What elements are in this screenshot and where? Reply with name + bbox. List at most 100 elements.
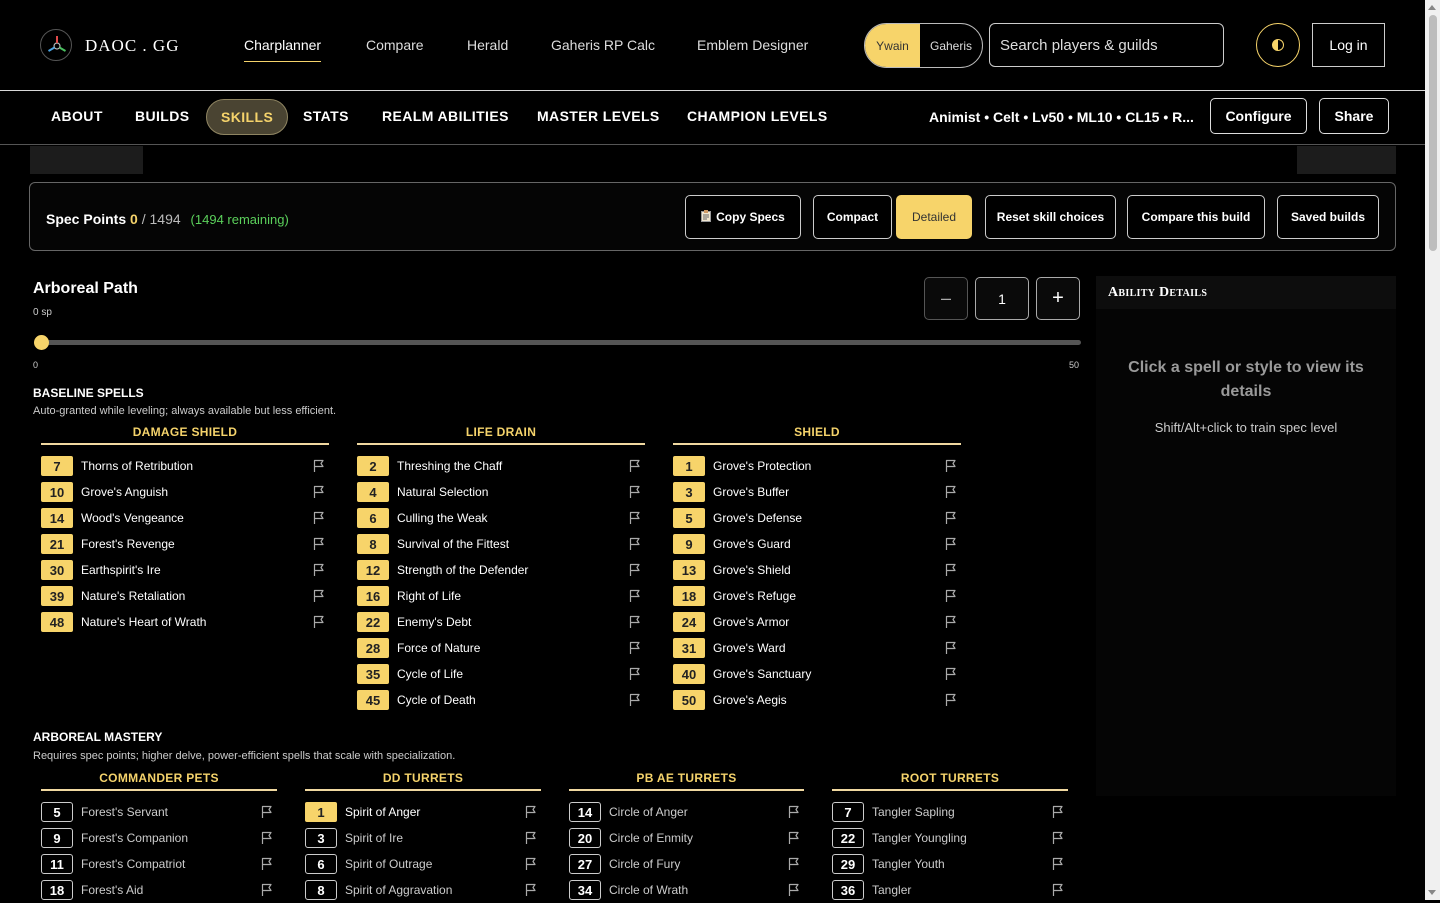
tab-realm-abilities[interactable]: REALM ABILITIES: [382, 108, 509, 124]
decrease-level-button[interactable]: –: [924, 277, 968, 320]
flag-icon[interactable]: [313, 485, 325, 499]
nav-charplanner[interactable]: Charplanner: [244, 37, 322, 62]
flag-icon[interactable]: [1052, 831, 1064, 845]
flag-icon[interactable]: [945, 537, 957, 551]
flag-icon[interactable]: [525, 831, 537, 845]
flag-icon[interactable]: [945, 563, 957, 577]
flag-icon[interactable]: [629, 511, 641, 525]
flag-icon[interactable]: [945, 459, 957, 473]
logo-icon[interactable]: [40, 29, 72, 61]
search-input[interactable]: [989, 23, 1224, 67]
spell-row[interactable]: 5 Forest's Servant: [41, 799, 277, 825]
spell-row[interactable]: 21 Forest's Revenge: [41, 531, 329, 557]
tab-about[interactable]: ABOUT: [51, 108, 103, 124]
spell-row[interactable]: 31 Grove's Ward: [673, 635, 961, 661]
server-option-gaheris[interactable]: Gaheris: [920, 24, 982, 67]
spell-row[interactable]: 13 Grove's Shield: [673, 557, 961, 583]
spell-row[interactable]: 50 Grove's Aegis: [673, 687, 961, 713]
flag-icon[interactable]: [313, 459, 325, 473]
slider-handle[interactable]: [34, 335, 49, 350]
flag-icon[interactable]: [788, 857, 800, 871]
flag-icon[interactable]: [261, 831, 273, 845]
flag-icon[interactable]: [788, 805, 800, 819]
spell-row[interactable]: 22 Tangler Youngling: [832, 825, 1068, 851]
logo-text[interactable]: DAOC . GG: [85, 36, 179, 56]
spell-row[interactable]: 12 Strength of the Defender: [357, 557, 645, 583]
flag-icon[interactable]: [629, 589, 641, 603]
flag-icon[interactable]: [629, 537, 641, 551]
spell-row[interactable]: 36 Tangler: [832, 877, 1068, 903]
increase-level-button[interactable]: +: [1036, 277, 1080, 320]
nav-emblem-designer[interactable]: Emblem Designer: [697, 37, 808, 53]
flag-icon[interactable]: [629, 641, 641, 655]
flag-icon[interactable]: [313, 511, 325, 525]
flag-icon[interactable]: [261, 805, 273, 819]
flag-icon[interactable]: [788, 831, 800, 845]
spell-row[interactable]: 20 Circle of Enmity: [569, 825, 804, 851]
flag-icon[interactable]: [525, 857, 537, 871]
spell-row[interactable]: 7 Tangler Sapling: [832, 799, 1068, 825]
spell-row[interactable]: 18 Grove's Refuge: [673, 583, 961, 609]
flag-icon[interactable]: [313, 537, 325, 551]
spell-row[interactable]: 22 Enemy's Debt: [357, 609, 645, 635]
spell-row[interactable]: 45 Cycle of Death: [357, 687, 645, 713]
flag-icon[interactable]: [945, 485, 957, 499]
tab-skills[interactable]: SKILLS: [206, 99, 289, 135]
page-scrollbar[interactable]: [1425, 0, 1440, 900]
spec-level-slider[interactable]: [40, 340, 1081, 345]
flag-icon[interactable]: [313, 589, 325, 603]
share-button[interactable]: Share: [1319, 98, 1389, 134]
reset-skill-choices-button[interactable]: Reset skill choices: [985, 195, 1116, 239]
spell-row[interactable]: 9 Forest's Companion: [41, 825, 277, 851]
spell-row[interactable]: 29 Tangler Youth: [832, 851, 1068, 877]
login-button[interactable]: Log in: [1312, 23, 1385, 67]
spell-row[interactable]: 8 Spirit of Aggravation: [305, 877, 541, 903]
flag-icon[interactable]: [261, 857, 273, 871]
flag-icon[interactable]: [261, 883, 273, 897]
flag-icon[interactable]: [525, 805, 537, 819]
spell-row[interactable]: 18 Forest's Aid: [41, 877, 277, 903]
spell-row[interactable]: 7 Thorns of Retribution: [41, 453, 329, 479]
spell-row[interactable]: 10 Grove's Anguish: [41, 479, 329, 505]
flag-icon[interactable]: [629, 563, 641, 577]
flag-icon[interactable]: [945, 615, 957, 629]
nav-compare[interactable]: Compare: [366, 37, 424, 53]
scroll-up-arrow-icon[interactable]: [1428, 5, 1436, 10]
scroll-down-arrow-icon[interactable]: [1428, 890, 1436, 895]
flag-icon[interactable]: [629, 485, 641, 499]
spell-row[interactable]: 16 Right of Life: [357, 583, 645, 609]
flag-icon[interactable]: [788, 883, 800, 897]
flag-icon[interactable]: [1052, 857, 1064, 871]
configure-button[interactable]: Configure: [1210, 98, 1307, 134]
spell-row[interactable]: 2 Threshing the Chaff: [357, 453, 645, 479]
flag-icon[interactable]: [945, 589, 957, 603]
flag-icon[interactable]: [313, 615, 325, 629]
spell-row[interactable]: 4 Natural Selection: [357, 479, 645, 505]
spell-row[interactable]: 40 Grove's Sanctuary: [673, 661, 961, 687]
copy-specs-button[interactable]: Copy Specs: [685, 195, 801, 239]
flag-icon[interactable]: [525, 883, 537, 897]
flag-icon[interactable]: [945, 641, 957, 655]
spell-row[interactable]: 30 Earthspirit's Ire: [41, 557, 329, 583]
spell-row[interactable]: 48 Nature's Heart of Wrath: [41, 609, 329, 635]
spec-level-value[interactable]: 1: [975, 277, 1029, 320]
spell-row[interactable]: 39 Nature's Retaliation: [41, 583, 329, 609]
spell-row[interactable]: 8 Survival of the Fittest: [357, 531, 645, 557]
spell-row[interactable]: 14 Wood's Vengeance: [41, 505, 329, 531]
flag-icon[interactable]: [629, 615, 641, 629]
spell-row[interactable]: 5 Grove's Defense: [673, 505, 961, 531]
spell-row[interactable]: 11 Forest's Compatriot: [41, 851, 277, 877]
spell-row[interactable]: 1 Spirit of Anger: [305, 799, 541, 825]
nav-herald[interactable]: Herald: [467, 37, 508, 53]
tab-stats[interactable]: STATS: [303, 108, 349, 124]
tab-master-levels[interactable]: MASTER LEVELS: [537, 108, 660, 124]
spell-row[interactable]: 35 Cycle of Life: [357, 661, 645, 687]
spell-row[interactable]: 9 Grove's Guard: [673, 531, 961, 557]
compare-build-button[interactable]: Compare this build: [1127, 195, 1265, 239]
spell-row[interactable]: 3 Grove's Buffer: [673, 479, 961, 505]
spell-row[interactable]: 1 Grove's Protection: [673, 453, 961, 479]
spell-row[interactable]: 28 Force of Nature: [357, 635, 645, 661]
server-option-ywain[interactable]: Ywain: [865, 24, 920, 67]
nav-gaheris-rp-calc[interactable]: Gaheris RP Calc: [551, 37, 655, 53]
flag-icon[interactable]: [1052, 805, 1064, 819]
